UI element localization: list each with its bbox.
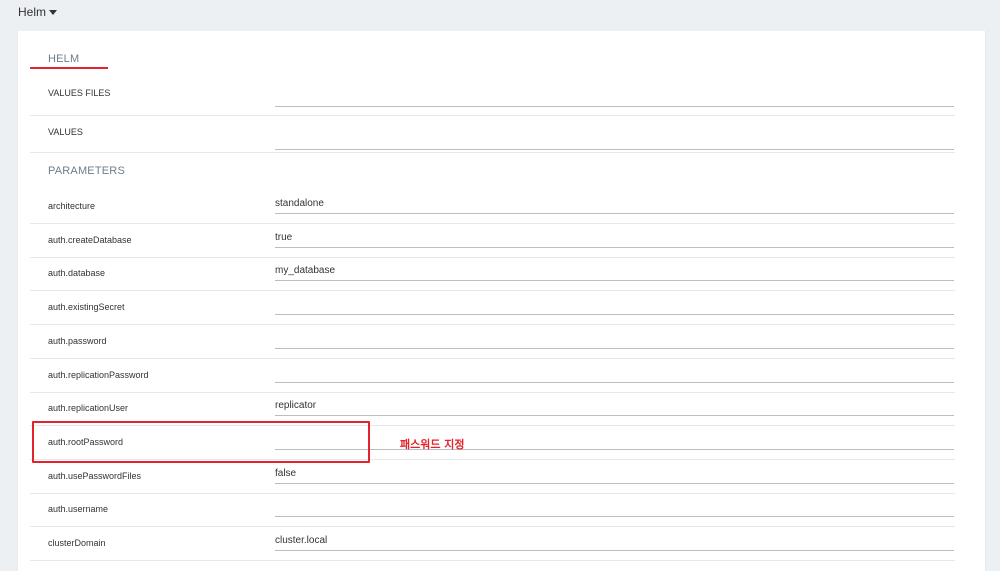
parameter-label: auth.replicationPassword — [48, 369, 149, 380]
annotation-label: 패스워드 지정 — [400, 438, 465, 451]
values-files-label: VALUES FILES — [48, 88, 111, 98]
parameter-value-input[interactable] — [275, 367, 954, 383]
values-textarea[interactable] — [275, 135, 954, 150]
helm-menu-dropdown[interactable]: Helm — [18, 4, 58, 20]
parameters-section-title: PARAMETERS — [48, 165, 125, 177]
helm-section-underline — [30, 67, 108, 69]
parameter-label: clusterDomain — [48, 538, 106, 548]
parameter-row: auth.usePasswordFiles false — [30, 460, 955, 494]
values-files-input[interactable] — [275, 91, 954, 107]
parameter-row: clusterDomain cluster.local — [30, 527, 955, 561]
parameter-row: architecture standalone — [30, 190, 955, 224]
parameter-row: auth.createDatabase true — [30, 224, 955, 258]
parameter-value-input[interactable]: replicator — [275, 400, 954, 417]
helm-section-title: HELM — [48, 53, 80, 65]
parameter-label: auth.existingSecret — [48, 302, 125, 313]
parameter-row: auth.database my_database — [30, 257, 955, 292]
parameter-value-input[interactable]: true — [275, 232, 954, 248]
parameter-value-input[interactable]: false — [275, 468, 954, 484]
helm-parameters-panel: HELM VALUES FILES VALUES PARAMETERS arch… — [18, 31, 985, 571]
values-files-row: VALUES FILES — [30, 83, 955, 116]
parameter-label: auth.database — [48, 268, 106, 279]
parameter-label: auth.createDatabase — [48, 234, 132, 245]
parameter-row: auth.username — [30, 493, 955, 528]
parameter-label: auth.username — [48, 504, 109, 515]
parameter-value-input[interactable] — [275, 299, 954, 316]
parameter-value-input[interactable] — [275, 501, 954, 518]
parameter-label: auth.password — [48, 335, 107, 346]
parameter-value-input[interactable]: cluster.local — [275, 535, 954, 551]
parameter-label: auth.usePasswordFiles — [48, 470, 142, 481]
root-password-highlight-box — [32, 421, 370, 463]
parameter-row: auth.password — [30, 325, 955, 359]
parameter-row: auth.existingSecret — [30, 291, 955, 326]
values-label: VALUES — [48, 127, 83, 137]
parameter-row: auth.replicationPassword — [30, 359, 955, 393]
parameter-label: auth.replicationUser — [48, 403, 129, 414]
parameter-value-input[interactable] — [275, 434, 954, 450]
parameter-value-input[interactable] — [275, 333, 954, 349]
helm-menu-label: Helm — [18, 5, 47, 19]
parameter-value-input[interactable]: my_database — [275, 265, 954, 282]
caret-down-icon — [49, 10, 58, 15]
parameter-value-input[interactable]: standalone — [275, 198, 954, 214]
parameter-label: architecture — [48, 201, 96, 211]
